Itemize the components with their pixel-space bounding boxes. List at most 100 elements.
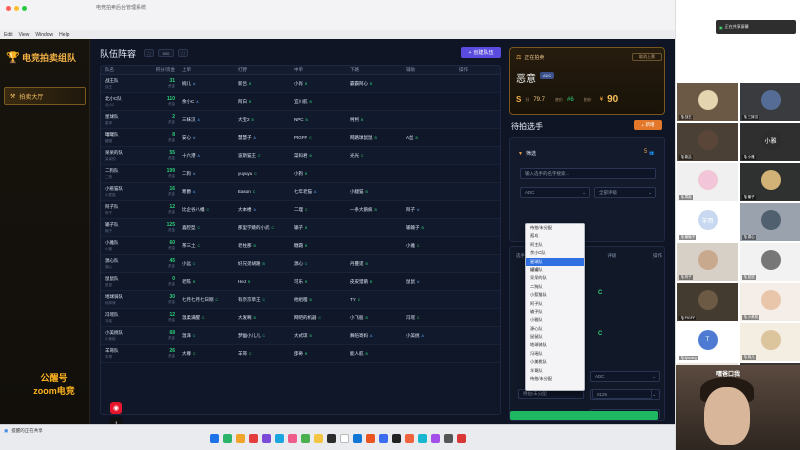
dock-app-icon[interactable] (340, 434, 349, 443)
scale-value[interactable]: 500 (158, 49, 174, 57)
dropdown-option[interactable]: 小雅队 (526, 316, 584, 324)
position-slot[interactable]: 大本楼 A (235, 207, 291, 213)
form-position-select[interactable]: ADC ⌄ (590, 371, 660, 382)
position-slot[interactable] (403, 99, 459, 104)
dock-app-icon[interactable] (236, 434, 245, 443)
dock-app-icon[interactable] (379, 434, 388, 443)
position-slot[interactable]: 丹蔓诺 B (347, 261, 403, 267)
dropdown-option[interactable]: 待拍/未分配 (526, 224, 584, 232)
position-slot[interactable] (403, 351, 459, 356)
position-slot[interactable]: 羊哥 C (235, 351, 291, 357)
table-row[interactable]: 二狗队 二狗 199 资金 二狗 A yuyuyu C 小狗 B (101, 165, 500, 183)
participant-tile[interactable]: 🎙阿子 (677, 243, 738, 281)
minimize-dot[interactable] (14, 6, 19, 11)
dropdown-option[interactable]: 星球队 (526, 257, 584, 266)
position-slot[interactable]: 余小C A (179, 99, 235, 105)
position-slot[interactable]: 大发啊 B (235, 315, 291, 321)
dock-app-icon[interactable] (405, 434, 414, 443)
position-slot[interactable]: 小腿猫 B (347, 189, 403, 195)
participant-tile[interactable]: T 🎙tylsvsrg (677, 323, 738, 361)
position-slot[interactable]: 宜川航 B (291, 99, 347, 105)
dock-app-icon[interactable] (431, 434, 440, 443)
dropdown-option[interactable]: 阿子队 (526, 300, 584, 308)
participant-tile[interactable]: 🎙PIGFF (677, 283, 738, 321)
fullscreen-button[interactable]: ⛶ (178, 49, 188, 57)
position-slot[interactable]: 三妹汉 A (179, 117, 235, 123)
table-row[interactable]: 羊哥队 羊哥 26 资金 大尊 C 羊哥 C 邵奇 B 能人航 B (101, 345, 500, 363)
table-row[interactable]: 星球队 星球 2 资金 三妹汉 A 大宝2 B NPC B 柯柯 B (101, 111, 500, 129)
position-slot[interactable]: 源心 C (291, 261, 347, 267)
dropdown-option[interactable]: 呆呆的队 (526, 274, 584, 282)
position-slot[interactable]: 喜腔型 C (179, 225, 235, 231)
add-player-button[interactable]: + 新增 (634, 120, 662, 130)
dock-app-icon[interactable] (223, 434, 232, 443)
position-slot[interactable]: 茶三土 C (179, 243, 235, 249)
dock-app-icon[interactable] (249, 434, 258, 443)
position-slot[interactable] (403, 117, 459, 122)
position-slot[interactable] (403, 153, 459, 158)
participant-tile[interactable]: 小雅 🎙小雅 (740, 123, 800, 161)
position-slot[interactable]: 老柱那 B (235, 243, 291, 249)
position-slot[interactable] (347, 171, 403, 176)
position-slot[interactable]: NPC B (291, 117, 347, 122)
position-slot[interactable]: 婉儿 A (179, 81, 235, 87)
dock-app-icon[interactable] (314, 434, 323, 443)
position-slot[interactable]: 阿白 B (235, 99, 291, 105)
menu-item-view[interactable]: View (19, 32, 30, 38)
position-slot[interactable]: HeJ B (235, 279, 291, 284)
position-slot[interactable]: 二理 C (291, 207, 347, 213)
position-slot[interactable] (403, 261, 459, 266)
participant-tile[interactable]: 🎙输子 (740, 163, 800, 201)
dropdown-option[interactable]: 小美桃队 (526, 358, 584, 366)
dropdown-option[interactable]: 待拍/未分配 (526, 375, 584, 383)
position-slot[interactable]: 比企谷八幡 C (179, 207, 235, 213)
menu-item-edit[interactable]: Edit (4, 32, 13, 38)
dock-app-icon[interactable] (353, 434, 362, 443)
position-slot[interactable]: 邵奇 B (291, 351, 347, 357)
zoom-share-bar[interactable]: ▣ 正在共享屏幕 (716, 20, 796, 34)
position-slot[interactable]: 网路球鼠鼠 B (347, 135, 403, 141)
team-assign-dropdown[interactable]: 待拍/未分配 孤岛 阿主队 余小C队 星球队 罐罐队 呆呆的队 二狗队 小惹猫队 阿子队 输子队 小雅… (525, 223, 585, 391)
position-slot[interactable]: 安心 A (179, 135, 235, 141)
position-slot[interactable] (403, 81, 459, 86)
dock-app-icon[interactable] (457, 434, 466, 443)
table-row[interactable]: 源心队 源心 45 资金 小远 C 好兄弟胡路 B 源心 C 丹蔓诺 B (101, 255, 500, 273)
nav-auction-hall[interactable]: ⚒ 拍卖大厅 (4, 87, 86, 105)
form-bid-input[interactable]: 0125 (592, 389, 652, 399)
position-slot[interactable]: 光光 C (347, 153, 403, 159)
dock-app-icon[interactable] (327, 434, 336, 443)
position-slot[interactable]: 十六港 A (179, 153, 235, 159)
position-slot[interactable]: 小美桃 A (403, 333, 459, 339)
menu-item-help[interactable]: Help (59, 32, 69, 38)
position-slot[interactable] (403, 171, 459, 176)
position-slot[interactable]: 大式琼 B (291, 333, 347, 339)
participant-tile[interactable]: 🎙源心 (740, 203, 800, 241)
dock-app-icon[interactable] (444, 434, 453, 443)
table-row[interactable]: 输子队 输子 125 资金 喜腔型 C 那里学跳的小武 C 输子 B 输输子 B (101, 219, 500, 237)
position-slot[interactable]: TY C (347, 297, 403, 302)
position-slot[interactable]: yuyuyu C (235, 171, 291, 176)
table-row[interactable]: 冯瑶队 冯瑶 12 资金 温柔满醒 C 大发啊 B 网吧的机器 C 小飞股 B 冯瑶 C (101, 309, 500, 327)
dock-app-icon[interactable] (418, 434, 427, 443)
position-slot[interactable]: 波斯猫王 C (235, 153, 291, 159)
table-row[interactable]: 小雅队 小雅 60 资金 茶三土 C 老柱那 B 糖霜 B 小雅 C (101, 237, 500, 255)
table-row[interactable]: 呆呆的队 呆呆的 55 资金 十六港 A 波斯猫王 C 菜码君 B 光光 C (101, 147, 500, 165)
table-row[interactable]: 地球骑队 地球骑 30 资金 七月七月七日刚 C 有奈京草王 C 他组哩 B TY C (101, 291, 500, 309)
table-row[interactable]: 战王队 战王 31 资金 婉儿 A 新吕 B 小肖 B 霸霸阿心 B (101, 75, 500, 93)
position-slot[interactable]: 可乐 B (291, 279, 347, 285)
menu-item-window[interactable]: Window (35, 32, 53, 38)
table-row[interactable]: 北小C队 北小C 110 资金 余小C A 阿白 B 宜川航 B (101, 93, 500, 111)
position-slot[interactable]: 二狗 A (179, 171, 235, 177)
position-slot[interactable]: 一条大鹅疯 B (347, 207, 403, 213)
dropdown-option[interactable]: 输子队 (526, 308, 584, 316)
table-row[interactable]: 小惹猫队 小惹猫 16 资金 寒爵 A Eason C 七年老猫 A 小腿猫 B (101, 183, 500, 201)
position-slot[interactable]: 舞陪寄妈 A (347, 333, 403, 339)
position-slot[interactable] (403, 297, 459, 302)
dock-app-icon[interactable] (275, 434, 284, 443)
position-slot[interactable]: 寒爵 A (179, 189, 235, 195)
position-slot[interactable]: 皮皮猎鹅 B (347, 279, 403, 285)
position-slot[interactable]: 阿子 A (403, 207, 459, 213)
participant-tile[interactable]: 🎙三妹汉 (740, 83, 800, 121)
dock-app-icon[interactable] (366, 434, 375, 443)
position-slot[interactable]: 七月七月七日刚 C (179, 297, 235, 303)
